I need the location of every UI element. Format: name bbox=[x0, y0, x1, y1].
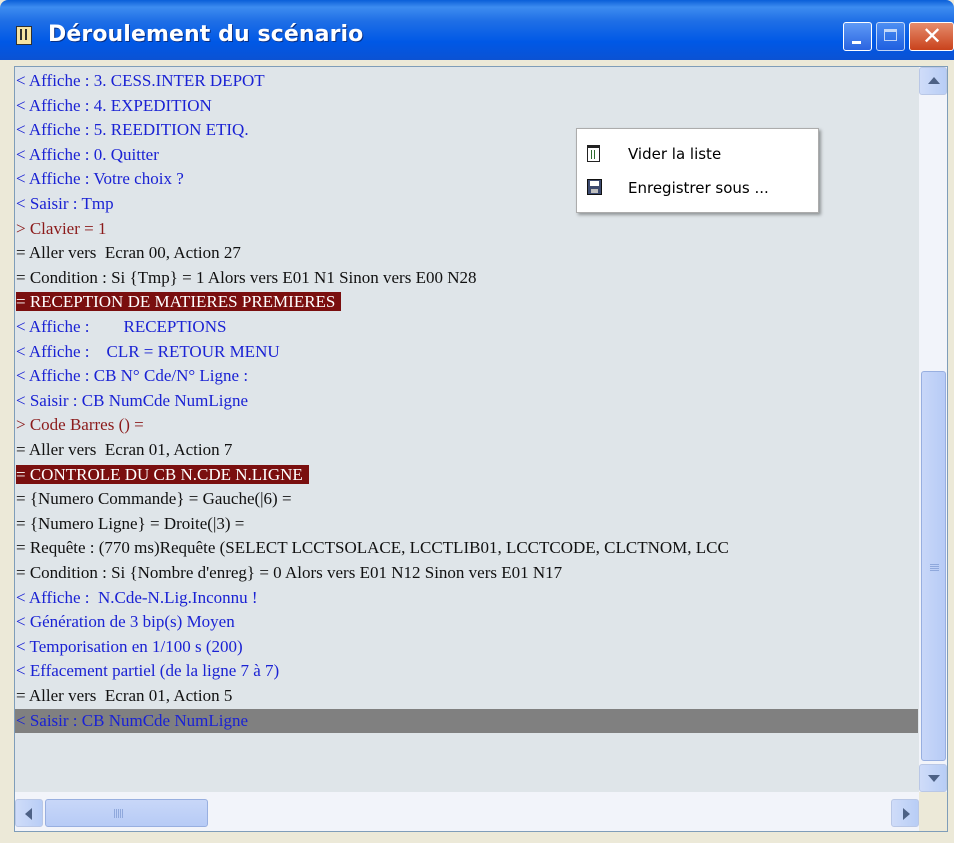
log-line-text: < Affiche : RECEPTIONS bbox=[16, 317, 227, 336]
log-line[interactable]: = Requête : (770 ms)Requête (SELECT LCCT… bbox=[15, 536, 729, 560]
horizontal-scroll-thumb[interactable] bbox=[45, 799, 208, 827]
log-line-text: < Affiche : CB N° Cde/N° Ligne : bbox=[16, 366, 249, 385]
log-line-text: < Affiche : Votre choix ? bbox=[16, 169, 184, 188]
log-line-text: < Effacement partiel (de la ligne 7 à 7) bbox=[16, 661, 280, 680]
log-line[interactable]: < Affiche : 4. EXPEDITION bbox=[15, 94, 212, 118]
log-line[interactable]: < Temporisation en 1/100 s (200) bbox=[15, 635, 243, 659]
menu-item-label: Vider la liste bbox=[628, 145, 722, 163]
log-line[interactable]: < Génération de 3 bip(s) Moyen bbox=[15, 610, 235, 634]
log-line[interactable]: = Aller vers Ecran 01, Action 7 bbox=[15, 438, 232, 462]
maximize-button[interactable] bbox=[876, 22, 905, 51]
scroll-down-button[interactable] bbox=[919, 764, 947, 792]
notepad-icon bbox=[16, 26, 32, 45]
log-line-text: < Affiche : 3. CESS.INTER DEPOT bbox=[16, 71, 265, 90]
log-line[interactable]: < Affiche : 0. Quitter bbox=[15, 143, 159, 167]
log-line[interactable]: < Affiche : N.Cde-N.Lig.Inconnu ! bbox=[15, 586, 258, 610]
log-line-text: = {Numero Commande} = Gauche(|6) = bbox=[16, 489, 292, 508]
context-menu: Vider la liste Enregistrer sous ... bbox=[576, 128, 819, 213]
log-line-text: < Saisir : CB NumCde NumLigne bbox=[16, 391, 248, 410]
log-line[interactable]: = Aller vers Ecran 01, Action 5 bbox=[15, 684, 232, 708]
log-line[interactable]: > Clavier = 1 bbox=[15, 217, 106, 241]
log-line[interactable]: < Affiche : CLR = RETOUR MENU bbox=[15, 340, 280, 364]
horizontal-scrollbar[interactable] bbox=[15, 792, 919, 831]
menu-item-label: Enregistrer sous ... bbox=[628, 179, 769, 197]
scroll-up-button[interactable] bbox=[919, 67, 947, 95]
log-line-text: < Affiche : 5. REEDITION ETIQ. bbox=[16, 120, 249, 139]
log-line-text: = Aller vers Ecran 00, Action 27 bbox=[16, 243, 241, 262]
log-line[interactable]: < Affiche : Votre choix ? bbox=[15, 167, 184, 191]
log-line[interactable]: < Effacement partiel (de la ligne 7 à 7) bbox=[15, 659, 279, 683]
log-line-text: = CONTROLE DU CB N.CDE N.LIGNE bbox=[16, 465, 309, 484]
log-line-text: < Affiche : 4. EXPEDITION bbox=[16, 96, 212, 115]
log-line-text: < Affiche : N.Cde-N.Lig.Inconnu ! bbox=[16, 588, 258, 607]
minimize-button[interactable] bbox=[843, 22, 872, 51]
log-line[interactable]: = CONTROLE DU CB N.CDE N.LIGNE bbox=[15, 463, 309, 487]
chevron-up-icon bbox=[928, 77, 940, 84]
log-line-text: < Temporisation en 1/100 s (200) bbox=[16, 637, 243, 656]
log-line[interactable]: < Affiche : 5. REEDITION ETIQ. bbox=[15, 118, 249, 142]
chevron-left-icon bbox=[25, 808, 32, 820]
vertical-scroll-thumb[interactable] bbox=[921, 371, 946, 761]
floppy-disk-icon bbox=[587, 179, 602, 195]
log-line-text: = Condition : Si {Nombre d'enreg} = 0 Al… bbox=[16, 563, 563, 582]
log-line[interactable]: = {Numero Ligne} = Droite(|3) = bbox=[15, 512, 244, 536]
scenario-window: Déroulement du scénario ✕ < Affiche : 3.… bbox=[0, 0, 954, 843]
log-line[interactable]: = RECEPTION DE MATIERES PREMIERES bbox=[15, 290, 342, 314]
log-line[interactable]: < Affiche : RECEPTIONS bbox=[15, 315, 226, 339]
vertical-scrollbar[interactable] bbox=[919, 67, 947, 792]
log-line-text: = Aller vers Ecran 01, Action 5 bbox=[16, 686, 233, 705]
window-title: Déroulement du scénario bbox=[48, 22, 364, 47]
log-line-text: = Requête : (770 ms)Requête (SELECT LCCT… bbox=[16, 538, 729, 557]
log-line[interactable]: < Saisir : CB NumCde NumLigne bbox=[15, 389, 248, 413]
log-line-text: < Saisir : CB NumCde NumLigne bbox=[16, 711, 248, 730]
grip-icon bbox=[930, 564, 939, 565]
log-line[interactable]: = {Numero Commande} = Gauche(|6) = bbox=[15, 487, 292, 511]
log-line[interactable]: > Code Barres () = bbox=[15, 413, 144, 437]
scrollbar-corner bbox=[919, 792, 947, 831]
log-line-text: < Génération de 3 bip(s) Moyen bbox=[16, 612, 235, 631]
log-line[interactable]: < Saisir : Tmp bbox=[15, 192, 114, 216]
log-line[interactable]: < Saisir : CB NumCde NumLigne bbox=[15, 709, 918, 733]
log-line[interactable]: = Condition : Si {Nombre d'enreg} = 0 Al… bbox=[15, 561, 562, 585]
log-line-text: = {Numero Ligne} = Droite(|3) = bbox=[16, 514, 245, 533]
log-line[interactable]: = Aller vers Ecran 00, Action 27 bbox=[15, 241, 241, 265]
chevron-right-icon bbox=[903, 808, 910, 820]
close-icon: ✕ bbox=[922, 22, 943, 50]
log-line-text: = Aller vers Ecran 01, Action 7 bbox=[16, 440, 233, 459]
log-line-text: < Affiche : 0. Quitter bbox=[16, 145, 159, 164]
log-line[interactable]: = Condition : Si {Tmp} = 1 Alors vers E0… bbox=[15, 266, 477, 290]
menu-item-clear-list[interactable]: Vider la liste bbox=[577, 137, 818, 171]
menu-item-save-as[interactable]: Enregistrer sous ... bbox=[577, 171, 818, 205]
scroll-right-button[interactable] bbox=[891, 799, 919, 827]
scroll-left-button[interactable] bbox=[15, 799, 43, 827]
log-line-text: > Code Barres () = bbox=[16, 415, 144, 434]
log-line-text: < Affiche : CLR = RETOUR MENU bbox=[16, 342, 280, 361]
close-button[interactable]: ✕ bbox=[909, 22, 954, 51]
title-bar[interactable]: Déroulement du scénario ✕ bbox=[0, 0, 954, 60]
log-line-text: = RECEPTION DE MATIERES PREMIERES bbox=[16, 292, 342, 311]
log-line-text: = Condition : Si {Tmp} = 1 Alors vers E0… bbox=[16, 268, 477, 287]
chevron-down-icon bbox=[928, 775, 940, 782]
log-line[interactable]: < Affiche : 3. CESS.INTER DEPOT bbox=[15, 69, 265, 93]
log-line[interactable]: < Affiche : CB N° Cde/N° Ligne : bbox=[15, 364, 248, 388]
grip-icon bbox=[114, 809, 115, 818]
trash-bin-icon bbox=[587, 145, 600, 162]
log-line-text: < Saisir : Tmp bbox=[16, 194, 114, 213]
log-line-text: > Clavier = 1 bbox=[16, 219, 107, 238]
